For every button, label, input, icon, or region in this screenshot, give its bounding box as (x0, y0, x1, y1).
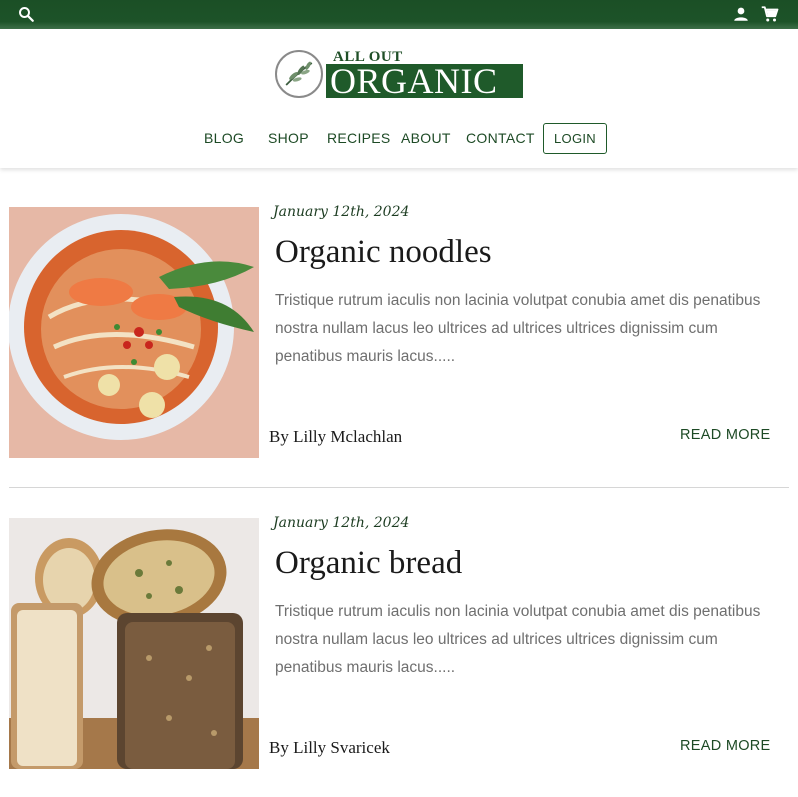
blog-post: January 12th, 2024 Organic bread Tristiq… (9, 515, 789, 769)
read-more-link[interactable]: READ MORE (680, 427, 771, 443)
site-header: ALL OUT ORGANIC BLOG SHOP RECIPES ABOUT … (0, 29, 798, 168)
post-title[interactable]: Organic bread (275, 545, 462, 582)
post-author: By Lilly Mclachlan (269, 427, 403, 446)
site-logo[interactable]: ALL OUT ORGANIC (275, 49, 525, 101)
post-author: By Lilly Svaricek (269, 738, 390, 757)
nav-item-recipes[interactable]: RECIPES (327, 130, 391, 146)
top-bar (0, 0, 798, 29)
post-title[interactable]: Organic noodles (275, 234, 492, 271)
read-more-link[interactable]: READ MORE (680, 738, 771, 754)
logo-main-text: ORGANIC (330, 61, 498, 101)
post-divider (9, 487, 789, 488)
nav-item-about[interactable]: ABOUT (401, 130, 451, 146)
cart-icon[interactable] (761, 5, 779, 23)
nav-item-contact[interactable]: CONTACT (466, 130, 535, 146)
nav-item-blog[interactable]: BLOG (204, 130, 244, 146)
post-image-noodles[interactable] (9, 207, 259, 458)
blog-post: January 12th, 2024 Organic noodles Trist… (9, 204, 789, 458)
main-nav: BLOG SHOP RECIPES ABOUT CONTACT LOGIN (0, 123, 798, 155)
post-date: January 12th, 2024 (273, 515, 410, 531)
nav-item-shop[interactable]: SHOP (268, 130, 309, 146)
post-date: January 12th, 2024 (273, 204, 410, 220)
search-icon[interactable] (17, 5, 35, 23)
post-excerpt: Tristique rutrum iaculis non lacinia vol… (275, 292, 761, 365)
olive-branch-icon (275, 50, 323, 98)
post-image-bread[interactable] (9, 518, 259, 769)
login-button[interactable]: LOGIN (543, 123, 607, 154)
user-icon[interactable] (732, 5, 750, 23)
post-excerpt: Tristique rutrum iaculis non lacinia vol… (275, 603, 761, 676)
